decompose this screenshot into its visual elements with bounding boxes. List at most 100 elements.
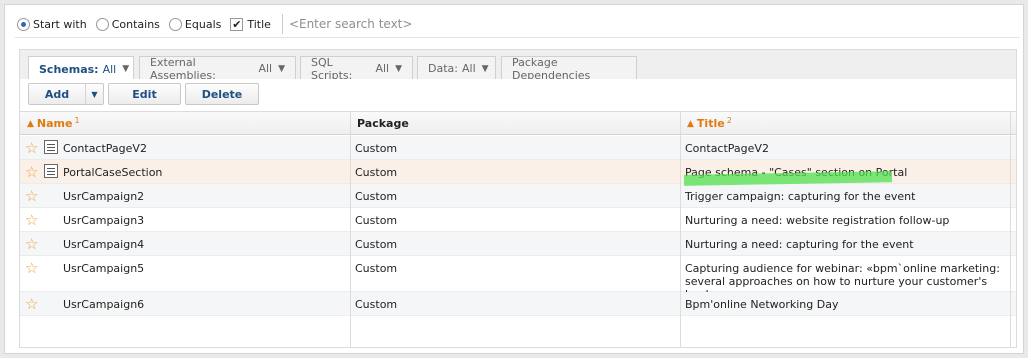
cell-name: ☆ PortalCaseSection [20,160,350,183]
table-row[interactable]: ☆ UsrCampaign5 Custom Capturing audience fo… [20,256,1016,301]
tab-data[interactable]: Data: All ▼ [417,56,496,80]
column-header-package[interactable]: Package [350,112,680,135]
column-header-title[interactable]: ▲ Title 2 [680,112,1010,135]
radio-start-with[interactable]: Start with [17,17,87,31]
radio-button[interactable] [168,17,182,31]
tab-schemas[interactable]: Schemas: All ▼ [28,56,134,81]
schema-name: UsrCampaign3 [63,214,145,227]
tab-label: SQL Scripts: [311,55,353,82]
filter-icon: ▼ [481,63,489,74]
filter-icon: ▼ [278,63,285,74]
tab-sql-scripts[interactable]: SQL Scripts: All ▼ [300,55,413,82]
add-button[interactable]: Add ▼ [28,83,104,105]
table-row[interactable]: ☆ ContactPageV2 Custom ContactPageV2 [20,136,1016,160]
tab-label: External Assemblies: [150,55,216,82]
schema-grid: ▲ Name 1 Package ▲ Title 2 ☆ ContactPageV… [19,111,1017,348]
package-name: Custom [355,238,398,251]
cell-name: ☆ UsrCampaign6 [20,292,350,315]
column-header-label: Name [36,117,73,130]
radio-button[interactable] [95,17,109,31]
schema-name: UsrCampaign6 [63,298,145,311]
add-button-label: Add [44,87,70,101]
delete-button[interactable]: Delete [185,83,259,105]
schema-name: PortalCaseSection [63,166,163,179]
schema-list-panel: Start with Contains Equals ✔ Title Schem… [4,4,1024,354]
favorite-star-icon[interactable]: ☆ [25,188,41,204]
package-name: Custom [355,190,398,203]
radio-contains[interactable]: Contains [95,17,160,31]
tab-package-dependencies[interactable]: Package Dependencies [501,55,637,82]
sort-ascending-icon: ▲ [27,118,34,129]
tab-label: Package Dependencies [512,55,591,82]
favorite-star-icon[interactable]: ☆ [25,164,41,180]
package-name: Custom [355,262,398,275]
table-row[interactable]: ☆ UsrCampaign4 Custom Nurturing a need: cap… [20,232,1016,256]
title-checkbox[interactable]: ✔ [230,17,244,31]
column-header-label: Package [357,117,409,130]
favorite-star-icon[interactable]: ☆ [25,236,41,252]
cell-name: ☆ UsrCampaign2 [20,184,350,207]
favorite-star-icon[interactable]: ☆ [25,260,41,276]
tab-strip: Schemas: All ▼ External Assemblies: All … [19,49,1017,82]
package-name: Custom [355,214,398,227]
cell-name: ☆ UsrCampaign3 [20,208,350,231]
radio-label: Contains [111,17,160,31]
schema-title: Trigger campaign: capturing for the even… [685,190,916,203]
toolbar: Add ▼ Edit Delete [19,79,1017,111]
search-options: Start with Contains Equals ✔ Title [17,14,1022,34]
schema-name: UsrCampaign4 [63,238,145,251]
document-icon [44,140,58,154]
schema-title: Nurturing a need: website registration f… [685,214,950,227]
package-name: Custom [355,166,398,179]
grid-header: ▲ Name 1 Package ▲ Title 2 [20,111,1016,135]
radio-label: Equals [184,17,222,31]
radio-equals[interactable]: Equals [168,17,222,31]
favorite-star-icon[interactable]: ☆ [25,212,41,228]
package-name: Custom [355,298,398,311]
schema-name: UsrCampaign2 [63,190,145,203]
filter-icon: ▼ [395,63,402,74]
tab-filter-value: All [461,62,476,75]
title-checkbox-option[interactable]: ✔ Title [230,17,271,31]
sort-order-badge: 1 [74,116,80,125]
favorite-star-icon[interactable]: ☆ [25,296,41,312]
column-header-name[interactable]: ▲ Name 1 [20,112,350,135]
tab-filter-value: All [258,62,273,75]
tab-label: Schemas: [39,62,99,76]
table-row[interactable]: ☆ UsrCampaign2 Custom Trigger campaign: cap… [20,184,1016,208]
column-divider [1010,111,1011,347]
package-name: Custom [355,142,398,155]
radio-label: Start with [33,17,87,31]
tab-filter-value: All [102,62,117,76]
table-row[interactable]: ☆ UsrCampaign3 Custom Nurturing a need: web… [20,208,1016,232]
edit-button[interactable]: Edit [108,83,181,105]
tab-external-assemblies[interactable]: External Assemblies: All ▼ [139,55,296,82]
column-divider [350,111,351,347]
filter-icon: ▼ [122,64,130,74]
title-checkbox-label: Title [247,17,271,31]
column-header-label: Title [696,117,725,130]
column-divider [680,111,681,347]
schema-title: Bpm'online Networking Day [685,298,839,311]
sort-order-badge: 2 [726,116,732,125]
radio-button[interactable] [17,17,30,31]
chevron-down-icon[interactable]: ▼ [85,84,103,104]
schema-name: ContactPageV2 [63,142,147,155]
cell-name: ☆ ContactPageV2 [20,136,350,159]
delete-button-label: Delete [201,87,243,101]
sort-ascending-icon: ▲ [687,118,694,129]
edit-button-label: Edit [132,87,157,101]
schema-title: Nurturing a need: capturing for the even… [685,238,914,251]
schema-name: UsrCampaign5 [63,262,145,275]
schema-title: Capturing audience for webinar: «bpm`onl… [685,262,1000,301]
document-icon [44,164,58,178]
table-row[interactable]: ☆ UsrCampaign6 Custom Bpm'online Networking… [20,292,1016,316]
cell-name: ☆ UsrCampaign5 [20,256,350,291]
cell-name: ☆ UsrCampaign4 [20,232,350,255]
tab-filter-value: All [375,62,390,75]
tab-label: Data: [428,62,458,75]
favorite-star-icon[interactable]: ☆ [25,140,41,156]
schema-title: ContactPageV2 [685,142,769,155]
search-input[interactable] [281,14,1022,34]
search-divider [15,37,1020,38]
